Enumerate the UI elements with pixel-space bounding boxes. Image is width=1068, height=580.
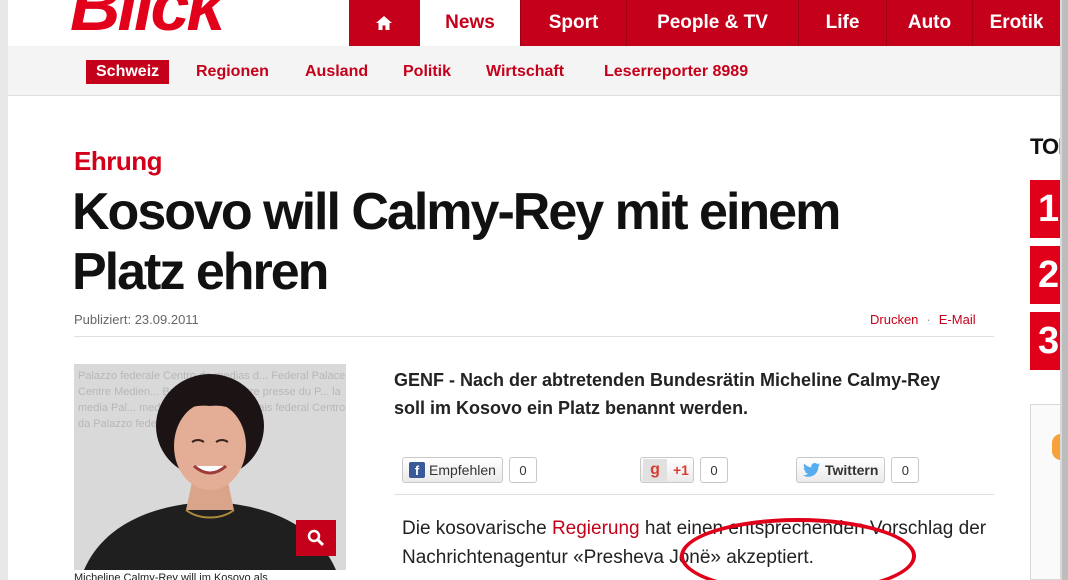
photo-caption: Micheline Calmy-Rey will im Kosovo als — [74, 572, 268, 580]
article-rubric: Ehrung — [74, 146, 163, 176]
top-rank-1[interactable]: 1 — [1030, 180, 1060, 238]
facebook-like-button[interactable]: f Empfehlen — [402, 457, 503, 483]
photo-zoom-button[interactable] — [296, 520, 336, 556]
facebook-share: f Empfehlen 0 — [402, 456, 537, 484]
blick-logo[interactable]: Blick — [70, 0, 225, 46]
google-share: g +1 0 — [640, 456, 728, 484]
subnav-leserreporter[interactable]: Leserreporter 8989 — [604, 60, 748, 84]
article-headline: Kosovo will Calmy-Rey mit einem Platz eh… — [72, 183, 841, 301]
regierung-link[interactable]: Regierung — [552, 518, 640, 539]
twitter-bird-icon — [803, 463, 820, 477]
article-actions: Drucken · E-Mail — [870, 312, 976, 327]
google-count: 0 — [699, 457, 728, 483]
top-rank-3[interactable]: 3 — [1030, 312, 1060, 370]
top-stories-label: TOP — [1030, 134, 1060, 159]
tab-people-tv[interactable]: People & TV — [626, 0, 798, 46]
google-plus-icon: g — [643, 459, 667, 481]
sidebar-orange-icon[interactable] — [1052, 434, 1060, 460]
twitter-count: 0 — [891, 457, 920, 483]
subnav-schweiz[interactable]: Schweiz — [86, 60, 170, 84]
social-divider — [394, 494, 994, 495]
header-divider — [74, 336, 994, 337]
window-scrollbar[interactable] — [1062, 0, 1068, 580]
top-navigation: Blick News Sport People & TV Life Auto E… — [8, 0, 1060, 46]
publish-date: Publiziert: 23.09.2011 — [74, 312, 199, 327]
home-tab[interactable] — [349, 0, 419, 46]
article-lead: GENF - Nach der abtretenden Bundesrätin … — [394, 370, 941, 418]
magnifier-icon — [307, 529, 325, 547]
body-text-start: Die kosovarische — [402, 518, 552, 539]
tab-sport[interactable]: Sport — [520, 0, 626, 46]
facebook-icon: f — [409, 462, 425, 478]
tab-erotik[interactable]: Erotik — [972, 0, 1060, 46]
google-plus-label: +1 — [673, 462, 689, 478]
main-navbar: News Sport People & TV Life Auto Erotik — [349, 0, 1060, 46]
twitter-button[interactable]: Twittern — [796, 457, 886, 483]
email-link[interactable]: E-Mail — [939, 312, 976, 327]
tab-auto[interactable]: Auto — [886, 0, 972, 46]
sidebar-panel — [1030, 404, 1060, 580]
subnav-ausland[interactable]: Ausland — [305, 60, 368, 84]
facebook-label: Empfehlen — [429, 462, 496, 478]
sub-navigation: Schweiz Regionen Ausland Politik Wirtsch… — [8, 46, 1060, 96]
google-plus-button[interactable]: g +1 — [640, 457, 694, 483]
print-link[interactable]: Drucken — [870, 312, 918, 327]
twitter-label: Twittern — [825, 462, 879, 478]
subnav-wirtschaft[interactable]: Wirtschaft — [486, 60, 564, 84]
tab-news[interactable]: News — [420, 0, 520, 46]
twitter-share: Twittern 0 — [796, 456, 920, 484]
tab-life[interactable]: Life — [798, 0, 886, 46]
page: Blick News Sport People & TV Life Auto E… — [8, 0, 1060, 580]
top-rank-2[interactable]: 2 — [1030, 246, 1060, 304]
subnav-regionen[interactable]: Regionen — [196, 60, 269, 84]
separator-dot: · — [926, 312, 931, 327]
home-icon — [376, 16, 392, 30]
facebook-count: 0 — [508, 457, 537, 483]
subnav-politik[interactable]: Politik — [403, 60, 451, 84]
